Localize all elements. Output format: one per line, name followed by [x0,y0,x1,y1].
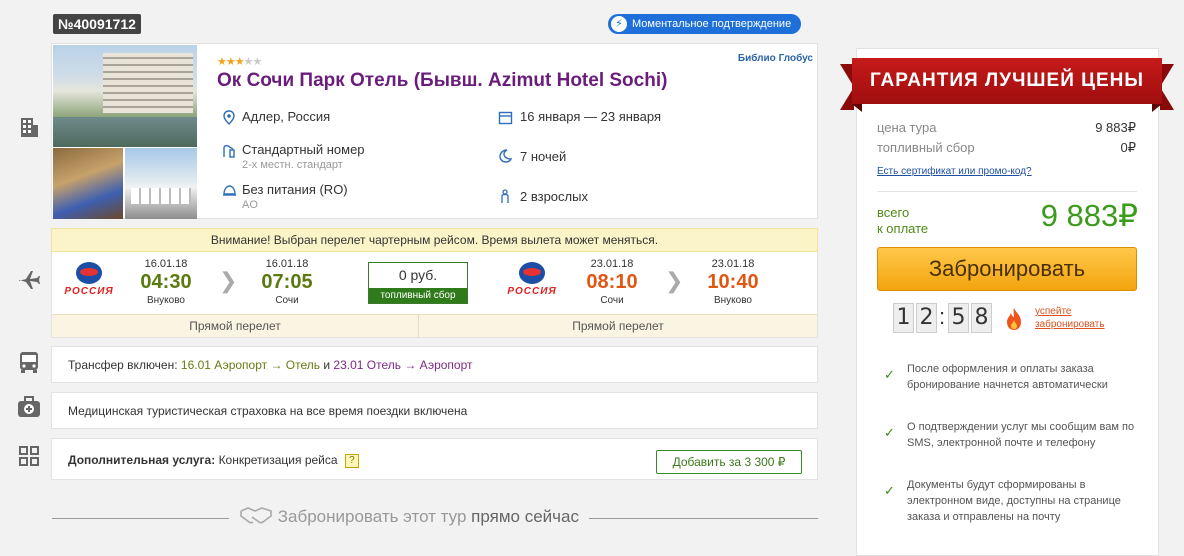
price-divider [877,191,1137,192]
tour-price-label: цена тура [877,120,937,135]
transfer-out-date: 16.01 [180,358,211,372]
check-icon: ✓ [884,367,895,382]
transfer-info: Трансфер включен: 16.01 Аэропорт → Отель… [68,358,473,372]
timer-digit: 8 [971,303,992,333]
outbound-arr-city: Сочи [275,295,299,306]
return-dep-city: Сочи [600,295,624,306]
best-price-ribbon: ГАРАНТИЯ ЛУЧШЕЙ ЦЕНЫ [840,58,1174,112]
airline-logo-return: РОССИЯ [501,260,563,300]
timer-separator: : [939,304,946,329]
plane-icon [14,268,44,298]
outbound-direct-label: Прямой перелет [52,314,419,337]
insurance-text: Медицинская туристическая страховка на в… [68,404,468,418]
hotel-name[interactable]: Ок Сочи Парк Отель (Бывш. Azimut Hotel S… [217,70,667,92]
charter-warning: Внимание! Выбран перелет чартерным рейсо… [51,228,818,252]
fuel-price-label: топливный сбор [877,140,975,155]
room-type: Стандартный номер [242,142,365,157]
tour-dates: 16 января — 23 января [520,109,662,124]
room-subtype: 2-х местн. стандарт [242,159,343,171]
best-price-ribbon-text: ГАРАНТИЯ ЛУЧШЕЙ ЦЕНЫ [852,58,1162,104]
transfer-prefix: Трансфер включен: [68,358,178,372]
hotel-location: Адлер, Россия [242,109,331,124]
moon-icon [497,149,513,165]
transfer-ret-date: 23.01 [333,358,364,372]
note-confirmation: О подтверждении услуг мы сообщим вам по … [907,421,1135,449]
note-documents: Документы будут сформированы в электронн… [907,479,1121,523]
extra-service-info: Дополнительная услуга: Конкретизация рей… [68,453,359,468]
return-dep-date: 23.01.18 [590,258,634,270]
transfer-card: Трансфер включен: 16.01 Аэропорт → Отель… [51,346,818,383]
check-icon: ✓ [884,483,895,498]
calendar-icon [497,110,513,126]
meal-code: AO [242,199,258,211]
bolt-icon: ⚡ [611,16,627,32]
room-icon [220,144,236,160]
return-direct-label: Прямой перелет [419,314,817,337]
handshake-icon [239,507,278,526]
insurance-card: Медицинская туристическая страховка на в… [51,392,818,429]
transfer-out-route: Аэропорт → Отель [214,358,321,372]
book-button[interactable]: Забронировать [877,247,1137,291]
fuel-surcharge-box: 0 руб. топливный сбор [368,262,468,304]
bus-icon [14,350,44,380]
outbound-arr-date: 16.01.18 [265,258,309,270]
transfer-and: и [323,358,331,372]
check-icon: ✓ [884,425,895,440]
outbound-dep-time: 04:30 [140,271,192,293]
instant-confirmation-badge: ⚡ Моментальное подтверждение [608,14,802,34]
timer-digit: 2 [916,303,937,333]
return-arr-city: Внуково [713,295,752,306]
footer-cta: Забронировать этот тур прямо сейчас [229,505,589,527]
location-icon [221,110,237,126]
meal-plan: Без питания (RO) [242,182,348,197]
fire-icon [1004,307,1024,336]
hurry-book-link[interactable]: успейте забронировать [1035,305,1105,331]
return-arr-time: 10:40 [707,271,759,293]
fuel-surcharge-value: 0 руб. [398,267,438,283]
footer-text-2: прямо сейчас [471,507,579,526]
total-label: всего к оплате [877,205,929,236]
medkit-icon [14,395,44,425]
outbound-dep-date: 16.01.18 [144,258,188,270]
chevron-right-icon: ❯ [665,268,684,293]
transfer-ret-route: Отель → Аэропорт [366,358,473,372]
add-extra-service-button[interactable]: Добавить за 3 300 ₽ [656,450,802,474]
fuel-surcharge-label: топливный сбор [369,288,467,303]
extra-service-label: Дополнительная услуга: [68,453,216,467]
tour-operator: Библио Глобус [737,53,813,64]
hotel-photo-room[interactable] [53,148,123,219]
flights-card: РОССИЯ 16.01.18 04:30 Внуково ❯ 16.01.18… [51,252,818,338]
hotel-card: ★★★★★ Ок Сочи Парк Отель (Бывш. Azimut H… [51,43,818,219]
extra-service-value: Конкретизация рейса [218,453,338,467]
hotel-photo-beach[interactable] [125,148,197,219]
airline-logo-outbound: РОССИЯ [58,260,120,300]
return-dep-time: 08:10 [586,271,638,293]
total-price: 9 883₽ [1040,198,1138,233]
promo-code-link[interactable]: Есть сертификат или промо-код? [877,166,1032,177]
building-icon [14,116,44,146]
instant-confirmation-label: Моментальное подтверждение [632,18,792,30]
timer-digit: 1 [893,303,914,333]
return-arr-date: 23.01.18 [711,258,755,270]
outbound-arr-time: 07:05 [261,271,313,293]
outbound-dep-city: Внуково [146,295,185,306]
timer-digit: 5 [948,303,969,333]
tour-number: №40091712 [53,14,141,34]
tour-price-value: 9 883₽ [1095,120,1136,135]
person-icon [497,189,513,205]
hotel-photo-main[interactable] [53,45,197,147]
guests-count: 2 взрослых [520,189,588,204]
meal-icon [221,183,237,199]
extra-service-card: Дополнительная услуга: Конкретизация рей… [51,438,818,480]
note-after-payment: После оформления и оплаты заказа брониро… [907,363,1108,391]
help-icon[interactable]: ? [344,453,359,468]
fuel-price-value: 0₽ [1120,140,1136,155]
footer-text-1: Забронировать этот тур [277,507,467,526]
hotel-stars: ★★★★★ [217,56,262,68]
chevron-right-icon: ❯ [219,268,238,293]
grid-icon [14,445,44,475]
nights-count: 7 ночей [520,149,567,164]
